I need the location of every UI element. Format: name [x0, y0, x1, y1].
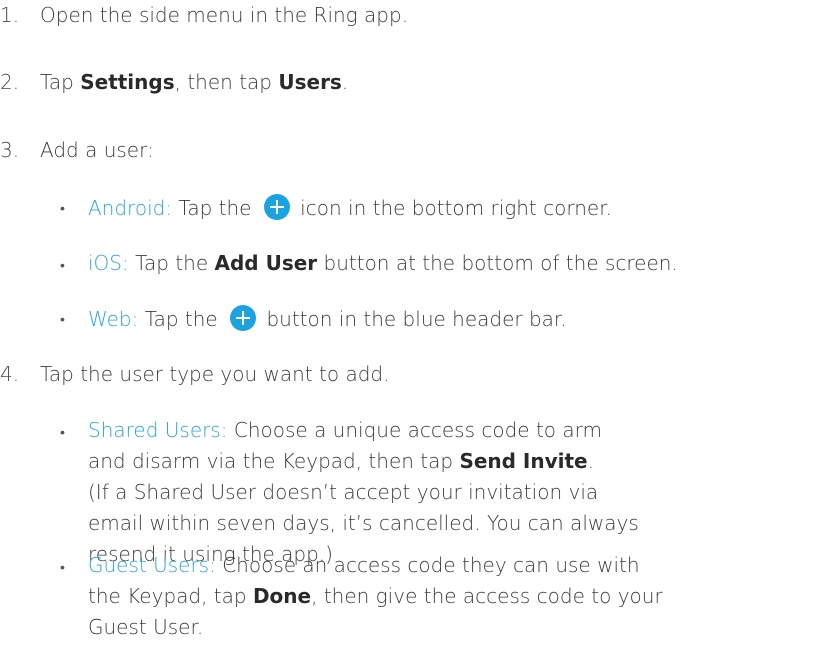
shared-users-label: Shared Users:: [88, 418, 228, 442]
step-text: Add a user:: [40, 138, 154, 162]
instruction-post: button at the bottom of the screen.: [317, 251, 678, 275]
settings-label: Settings: [80, 70, 175, 94]
guest-line-2-post: , then give the access code to your: [311, 584, 663, 608]
step-number: 2.: [0, 70, 20, 94]
step-text-pre: Tap: [40, 70, 81, 94]
bullet: •: [60, 312, 65, 328]
step-number: 4.: [0, 362, 20, 386]
guest-users-label: Guest Users:: [88, 553, 216, 577]
instruction-post: button in the blue header bar.: [260, 307, 567, 331]
step-text-mid: , then tap: [174, 70, 279, 94]
shared-line-3: (If a Shared User doesn’t accept your in…: [88, 480, 599, 504]
bullet: •: [60, 560, 65, 576]
step-text-post: .: [341, 70, 349, 94]
web-label: Web:: [88, 307, 139, 331]
bullet: •: [60, 201, 65, 217]
guest-line-3: Guest User.: [88, 615, 204, 639]
add-user-label: Add User: [214, 251, 318, 275]
step-text: Open the side menu in the Ring app.: [40, 3, 409, 27]
instruction-pre: Tap the: [138, 307, 225, 331]
shared-line-2-post: .: [587, 449, 594, 473]
instruction-post: icon in the bottom right corner.: [293, 196, 612, 220]
shared-line-1: Choose a unique access code to arm: [227, 418, 603, 442]
plus-circle-icon: [263, 194, 290, 220]
send-invite-label: Send Invite: [459, 449, 588, 473]
done-label: Done: [252, 584, 312, 608]
step-number: 3.: [0, 138, 20, 162]
instruction-pre: Tap the: [172, 196, 258, 220]
step-1: 1. Open the side menu in the Ring app.: [0, 3, 408, 27]
guest-line-2-pre: the Keypad, tap: [88, 584, 253, 608]
step-4: 4. Tap the user type you want to add.: [0, 362, 389, 386]
step-3: 3. Add a user:: [0, 138, 154, 162]
guest-line-1: Choose an access code they can use with: [215, 553, 640, 577]
step-2: 2. Tap Settings, then tap Users.: [0, 70, 348, 94]
android-label: Android:: [88, 196, 173, 220]
bullet: •: [60, 425, 65, 441]
step-number: 1.: [0, 3, 20, 27]
users-label: Users: [278, 70, 342, 94]
bullet: •: [60, 258, 65, 274]
step-text: Tap the user type you want to add.: [40, 362, 390, 386]
instructions-document: 1. Open the side menu in the Ring app. 2.…: [0, 0, 835, 648]
plus-circle-icon: [230, 305, 257, 331]
ios-label: iOS:: [88, 251, 129, 275]
instruction-pre: Tap the: [128, 251, 215, 275]
shared-line-2-pre: and disarm via the Keypad, then tap: [88, 449, 460, 473]
shared-line-4: email within seven days, it’s cancelled.…: [88, 511, 639, 535]
